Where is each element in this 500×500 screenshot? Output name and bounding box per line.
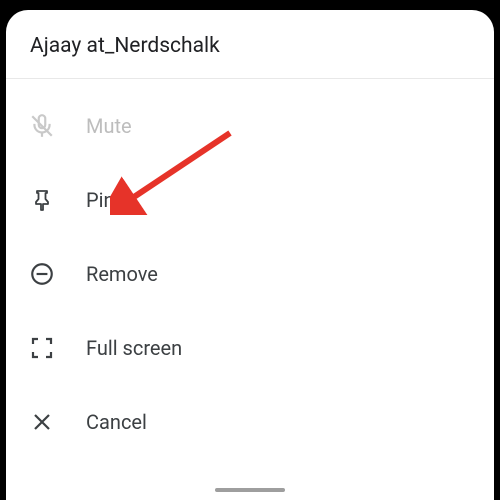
options-menu: Mute Pin Remove: [6, 79, 494, 459]
mute-label: Mute: [86, 114, 132, 138]
cancel-label: Cancel: [86, 410, 147, 434]
pin-option[interactable]: Pin: [6, 163, 494, 237]
remove-icon: [28, 260, 56, 288]
remove-option[interactable]: Remove: [6, 237, 494, 311]
participant-name: Ajaay at_Nerdschalk: [30, 34, 470, 58]
pin-label: Pin: [86, 188, 115, 212]
gesture-handle: [215, 488, 285, 492]
pin-icon: [28, 186, 56, 214]
fullscreen-option[interactable]: Full screen: [6, 311, 494, 385]
mute-option: Mute: [6, 89, 494, 163]
fullscreen-icon: [28, 334, 56, 362]
options-panel: Ajaay at_Nerdschalk Mute Pin: [6, 10, 494, 500]
close-icon: [28, 408, 56, 436]
panel-header: Ajaay at_Nerdschalk: [6, 10, 494, 79]
remove-label: Remove: [86, 262, 158, 286]
mute-icon: [28, 112, 56, 140]
fullscreen-label: Full screen: [86, 336, 182, 360]
cancel-option[interactable]: Cancel: [6, 385, 494, 459]
